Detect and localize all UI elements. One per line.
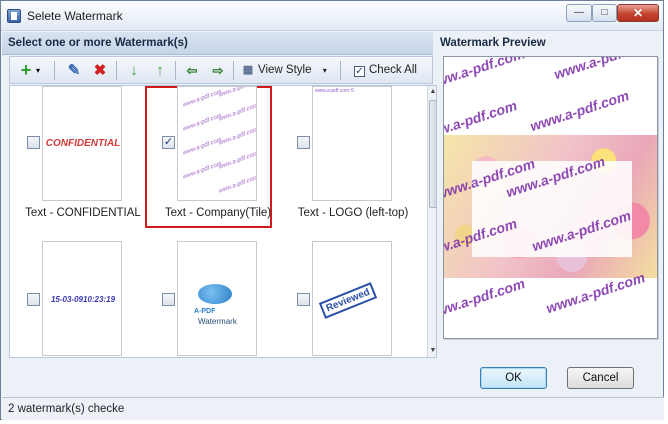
watermark-item[interactable]: www.a-pdf.com © Text - LOGO (left-top) [288,86,418,226]
watermark-thumbnail[interactable]: www.a-pdf.com © [312,86,392,201]
view-style-dropdown-icon: ▾ [322,66,327,75]
watermark-thumbnail[interactable]: 15-03-0910:23:19 [42,241,122,356]
watermark-thumbnail[interactable]: CONFIDENTIAL [42,86,122,201]
watermark-preview: www.a-pdf.com www.a-pdf.com www.a-pdf.co… [443,56,658,339]
list-panel-title: Select one or more Watermark(s) [8,37,188,49]
item-checkbox[interactable] [297,136,310,149]
preview-watermark-text: www.a-pdf.com [528,87,631,135]
status-bar: 2 watermark(s) checke [2,397,664,420]
a-pdf-logo-icon [198,284,232,304]
move-up-icon[interactable]: ↑ [150,60,170,81]
watermark-item[interactable]: ✓ www.a-pdf.com www.a-pdf.com www.a-pdf.… [153,86,283,226]
thumb-text: 15-03-0910:23:19 [50,295,116,304]
item-caption: Text - CONFIDENTIAL [25,207,141,219]
thumb-subtext: Watermark [198,317,237,326]
check-all-toggle[interactable]: ✓ Check All [354,60,417,81]
minimize-button[interactable]: — [566,4,592,22]
cancel-button[interactable]: Cancel [567,367,634,389]
watermark-gallery: CONFIDENTIAL Text - CONFIDENTIAL ✓ www.a… [9,85,437,358]
scrollbar-thumb[interactable] [429,100,436,208]
thumb-text: www.a-pdf.com [218,102,257,123]
view-style-button[interactable]: View Style ▾ [258,60,327,81]
scroll-down-icon[interactable]: ▼ [428,345,436,357]
watermark-item[interactable]: A-PDF Watermark [153,241,283,357]
watermark-thumbnail[interactable]: A-PDF Watermark [177,241,257,356]
check-all-checkbox[interactable]: ✓ [354,66,365,77]
app-icon [7,9,21,23]
item-checkbox[interactable] [27,136,40,149]
check-all-label: Check All [369,64,417,76]
thumb-text: www.a-pdf.com [182,88,223,109]
item-caption: Text - LOGO (left-top) [297,207,409,219]
ok-button[interactable]: OK [480,367,547,389]
window-title: Selete Watermark [27,9,123,23]
maximize-button[interactable]: □ [592,4,617,22]
move-down-icon[interactable]: ↓ [124,60,144,81]
gallery-scrollbar[interactable]: ▲ ▼ [427,86,436,357]
item-checkbox[interactable]: ✓ [162,136,175,149]
delete-icon[interactable]: ✖ [90,60,110,81]
view-style-label: View Style [258,64,312,76]
thumb-text: www.a-pdf.com [218,150,257,171]
item-checkbox[interactable] [27,293,40,306]
list-panel-header: Select one or more Watermark(s) [2,32,433,55]
watermark-thumbnail[interactable]: Reviewed [312,241,392,356]
close-button[interactable]: ✕ [617,4,659,22]
thumb-text: www.a-pdf.com [218,126,257,147]
toolbar-separator [340,61,341,80]
watermark-item[interactable]: Reviewed [288,241,418,357]
thumb-text: CONFIDENTIAL [45,138,121,149]
toolbar-separator [54,61,55,80]
edit-icon[interactable]: ✎ [64,60,84,81]
thumb-text: A-PDF [194,308,216,315]
watermark-dialog: Selete Watermark — □ ✕ Select one or mor… [0,0,664,420]
status-text: 2 watermark(s) checke [8,403,125,415]
preview-title: Watermark Preview [440,37,546,49]
preview-background-image [444,135,657,278]
thumb-text: www.a-pdf.com [182,136,223,157]
add-dropdown-icon[interactable]: ▾ [36,60,46,81]
toolbar-separator [116,61,117,80]
toolbar: + ▾ ✎ ✖ ↓ ↑ ⇦ ⇨ ▦ View Style ▾ ✓ Check Al… [9,56,433,84]
thumb-text: www.a-pdf.com © [315,88,355,94]
export-icon[interactable]: ⇨ [208,60,228,81]
thumb-text: www.a-pdf.com [182,160,223,181]
thumb-text: www.a-pdf.com [218,174,257,195]
item-checkbox[interactable] [297,293,310,306]
preview-watermark-text: www.a-pdf.com [552,56,655,83]
item-checkbox[interactable] [162,293,175,306]
preview-watermark-text: www.a-pdf.com [443,275,527,323]
add-icon[interactable]: + [16,60,36,81]
toolbar-separator [175,61,176,80]
title-bar: Selete Watermark — □ ✕ [1,1,663,31]
item-caption: Text - Company(Tile) [164,207,272,219]
thumb-text: www.a-pdf.com [182,112,223,133]
thumb-text: Reviewed [318,282,378,319]
scroll-up-icon[interactable]: ▲ [428,86,436,98]
preview-watermark-text: www.a-pdf.com [443,56,527,93]
import-icon[interactable]: ⇦ [182,60,202,81]
thumb-text: www.a-pdf.com [218,86,257,99]
view-style-icon[interactable]: ▦ [238,60,258,81]
watermark-item[interactable]: CONFIDENTIAL Text - CONFIDENTIAL [18,86,148,226]
watermark-thumbnail[interactable]: www.a-pdf.com www.a-pdf.com www.a-pdf.co… [177,86,257,201]
watermark-item[interactable]: 15-03-0910:23:19 [18,241,148,357]
toolbar-separator [233,61,234,80]
